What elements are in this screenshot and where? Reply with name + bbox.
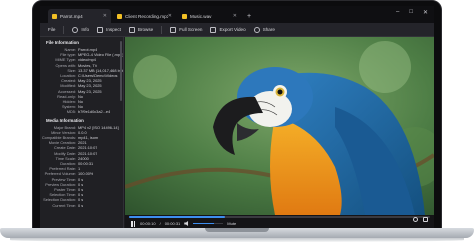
current-time: 00:00:10 (140, 221, 156, 226)
maximize-button[interactable]: □ (409, 9, 413, 16)
file-menu-label: File (48, 27, 56, 32)
parrot-video-image (125, 37, 434, 215)
full-screen-button[interactable]: Full Screen (170, 26, 203, 33)
time-separator: / (159, 221, 161, 226)
info-sidebar[interactable]: File Information Name: Parrot.mp4 File typ… (40, 37, 124, 228)
window-controls: – □ ✕ (396, 9, 428, 16)
info-button[interactable]: Info (72, 26, 90, 33)
sidebar-scrollbar[interactable] (120, 41, 122, 101)
pause-icon (131, 220, 133, 227)
media-info-heading: Media Information (46, 117, 84, 123)
tab-label: Parrot.mp4 (60, 13, 83, 19)
inspect-button[interactable]: Inspect (97, 26, 121, 33)
laptop-frame: Parrot.mp4 ✕ Client Recording.mp3 ✕ Musi… (0, 0, 474, 244)
close-icon[interactable]: ✕ (103, 13, 107, 19)
toolbar: File Info Inspect Browse Full Screen Exp… (40, 23, 434, 37)
tab-label: Client Recording.mp3 (125, 13, 168, 19)
export-video-label: Export Video (219, 27, 246, 32)
inspect-icon (97, 26, 104, 33)
video-frame[interactable] (125, 37, 434, 215)
close-icon[interactable]: ✕ (168, 13, 172, 19)
speaker-icon[interactable] (184, 221, 189, 226)
fullscreen-icon[interactable] (423, 217, 428, 222)
full-screen-label: Full Screen (179, 27, 203, 32)
share-icon (253, 26, 260, 33)
info-value: 0 s (78, 202, 84, 208)
close-icon[interactable]: ✕ (233, 13, 237, 19)
seek-bar-fill (129, 216, 226, 218)
share-label: Share (262, 27, 275, 32)
settings-icon[interactable] (413, 217, 418, 222)
volume-slider[interactable] (193, 222, 224, 225)
info-label: Info (81, 27, 90, 32)
pause-icon (133, 220, 136, 227)
pause-button[interactable] (131, 220, 136, 227)
browse-button[interactable]: Browse (128, 26, 154, 33)
new-tab-button[interactable]: + (243, 9, 255, 23)
info-icon (72, 26, 79, 33)
tab-music[interactable]: Music.wav ✕ (178, 9, 241, 23)
info-value: b7f9e1d0c3a2...e4 (78, 109, 111, 115)
export-icon (210, 26, 217, 33)
info-key: Current Time: (52, 202, 76, 208)
close-window-button[interactable]: ✕ (423, 9, 428, 16)
share-button[interactable]: Share (253, 26, 275, 33)
tab-label: Music.wav (190, 13, 212, 19)
app-window: Parrot.mp4 ✕ Client Recording.mp3 ✕ Musi… (40, 6, 434, 228)
media-info-list: Major Brand: MP4 v2 [ISO 14496-14] Minor V… (40, 125, 123, 208)
seek-bar[interactable] (129, 216, 430, 218)
export-video-button[interactable]: Export Video (210, 26, 246, 33)
file-info-list: Name: Parrot.mp4 File type: MPEG-4 Video Fi… (40, 47, 123, 115)
browse-label: Browse (137, 27, 154, 32)
inspect-label: Inspect (106, 27, 121, 32)
volume-fill (193, 222, 215, 225)
info-value: 00:00:31 (78, 161, 94, 167)
total-duration: 00:00:31 (164, 221, 181, 226)
file-menu-button[interactable]: File (48, 27, 55, 32)
minimize-button[interactable]: – (396, 9, 399, 16)
full-screen-icon (170, 26, 177, 33)
toolbar-divider (63, 25, 65, 34)
folder-icon (117, 13, 122, 19)
info-key: MD5: (66, 109, 76, 115)
tab-parrot[interactable]: Parrot.mp4 ✕ (48, 9, 111, 23)
folder-icon (182, 13, 187, 19)
info-row: Current Time: 0 s (40, 203, 123, 208)
control-row: 00:00:10 / 00:00:31 Mute (125, 219, 434, 228)
browse-icon (128, 26, 135, 33)
tab-bar: Parrot.mp4 ✕ Client Recording.mp3 ✕ Musi… (40, 6, 434, 23)
laptop-shadow (10, 238, 464, 242)
tab-client-recording[interactable]: Client Recording.mp3 ✕ (113, 9, 176, 23)
file-info-heading: File Information (46, 40, 79, 45)
player-controls: 00:00:10 / 00:00:31 Mute (125, 215, 434, 228)
mute-button[interactable]: Mute (227, 221, 236, 226)
folder-icon (52, 13, 57, 19)
toolbar-divider (161, 25, 163, 34)
laptop-notch (205, 228, 269, 232)
